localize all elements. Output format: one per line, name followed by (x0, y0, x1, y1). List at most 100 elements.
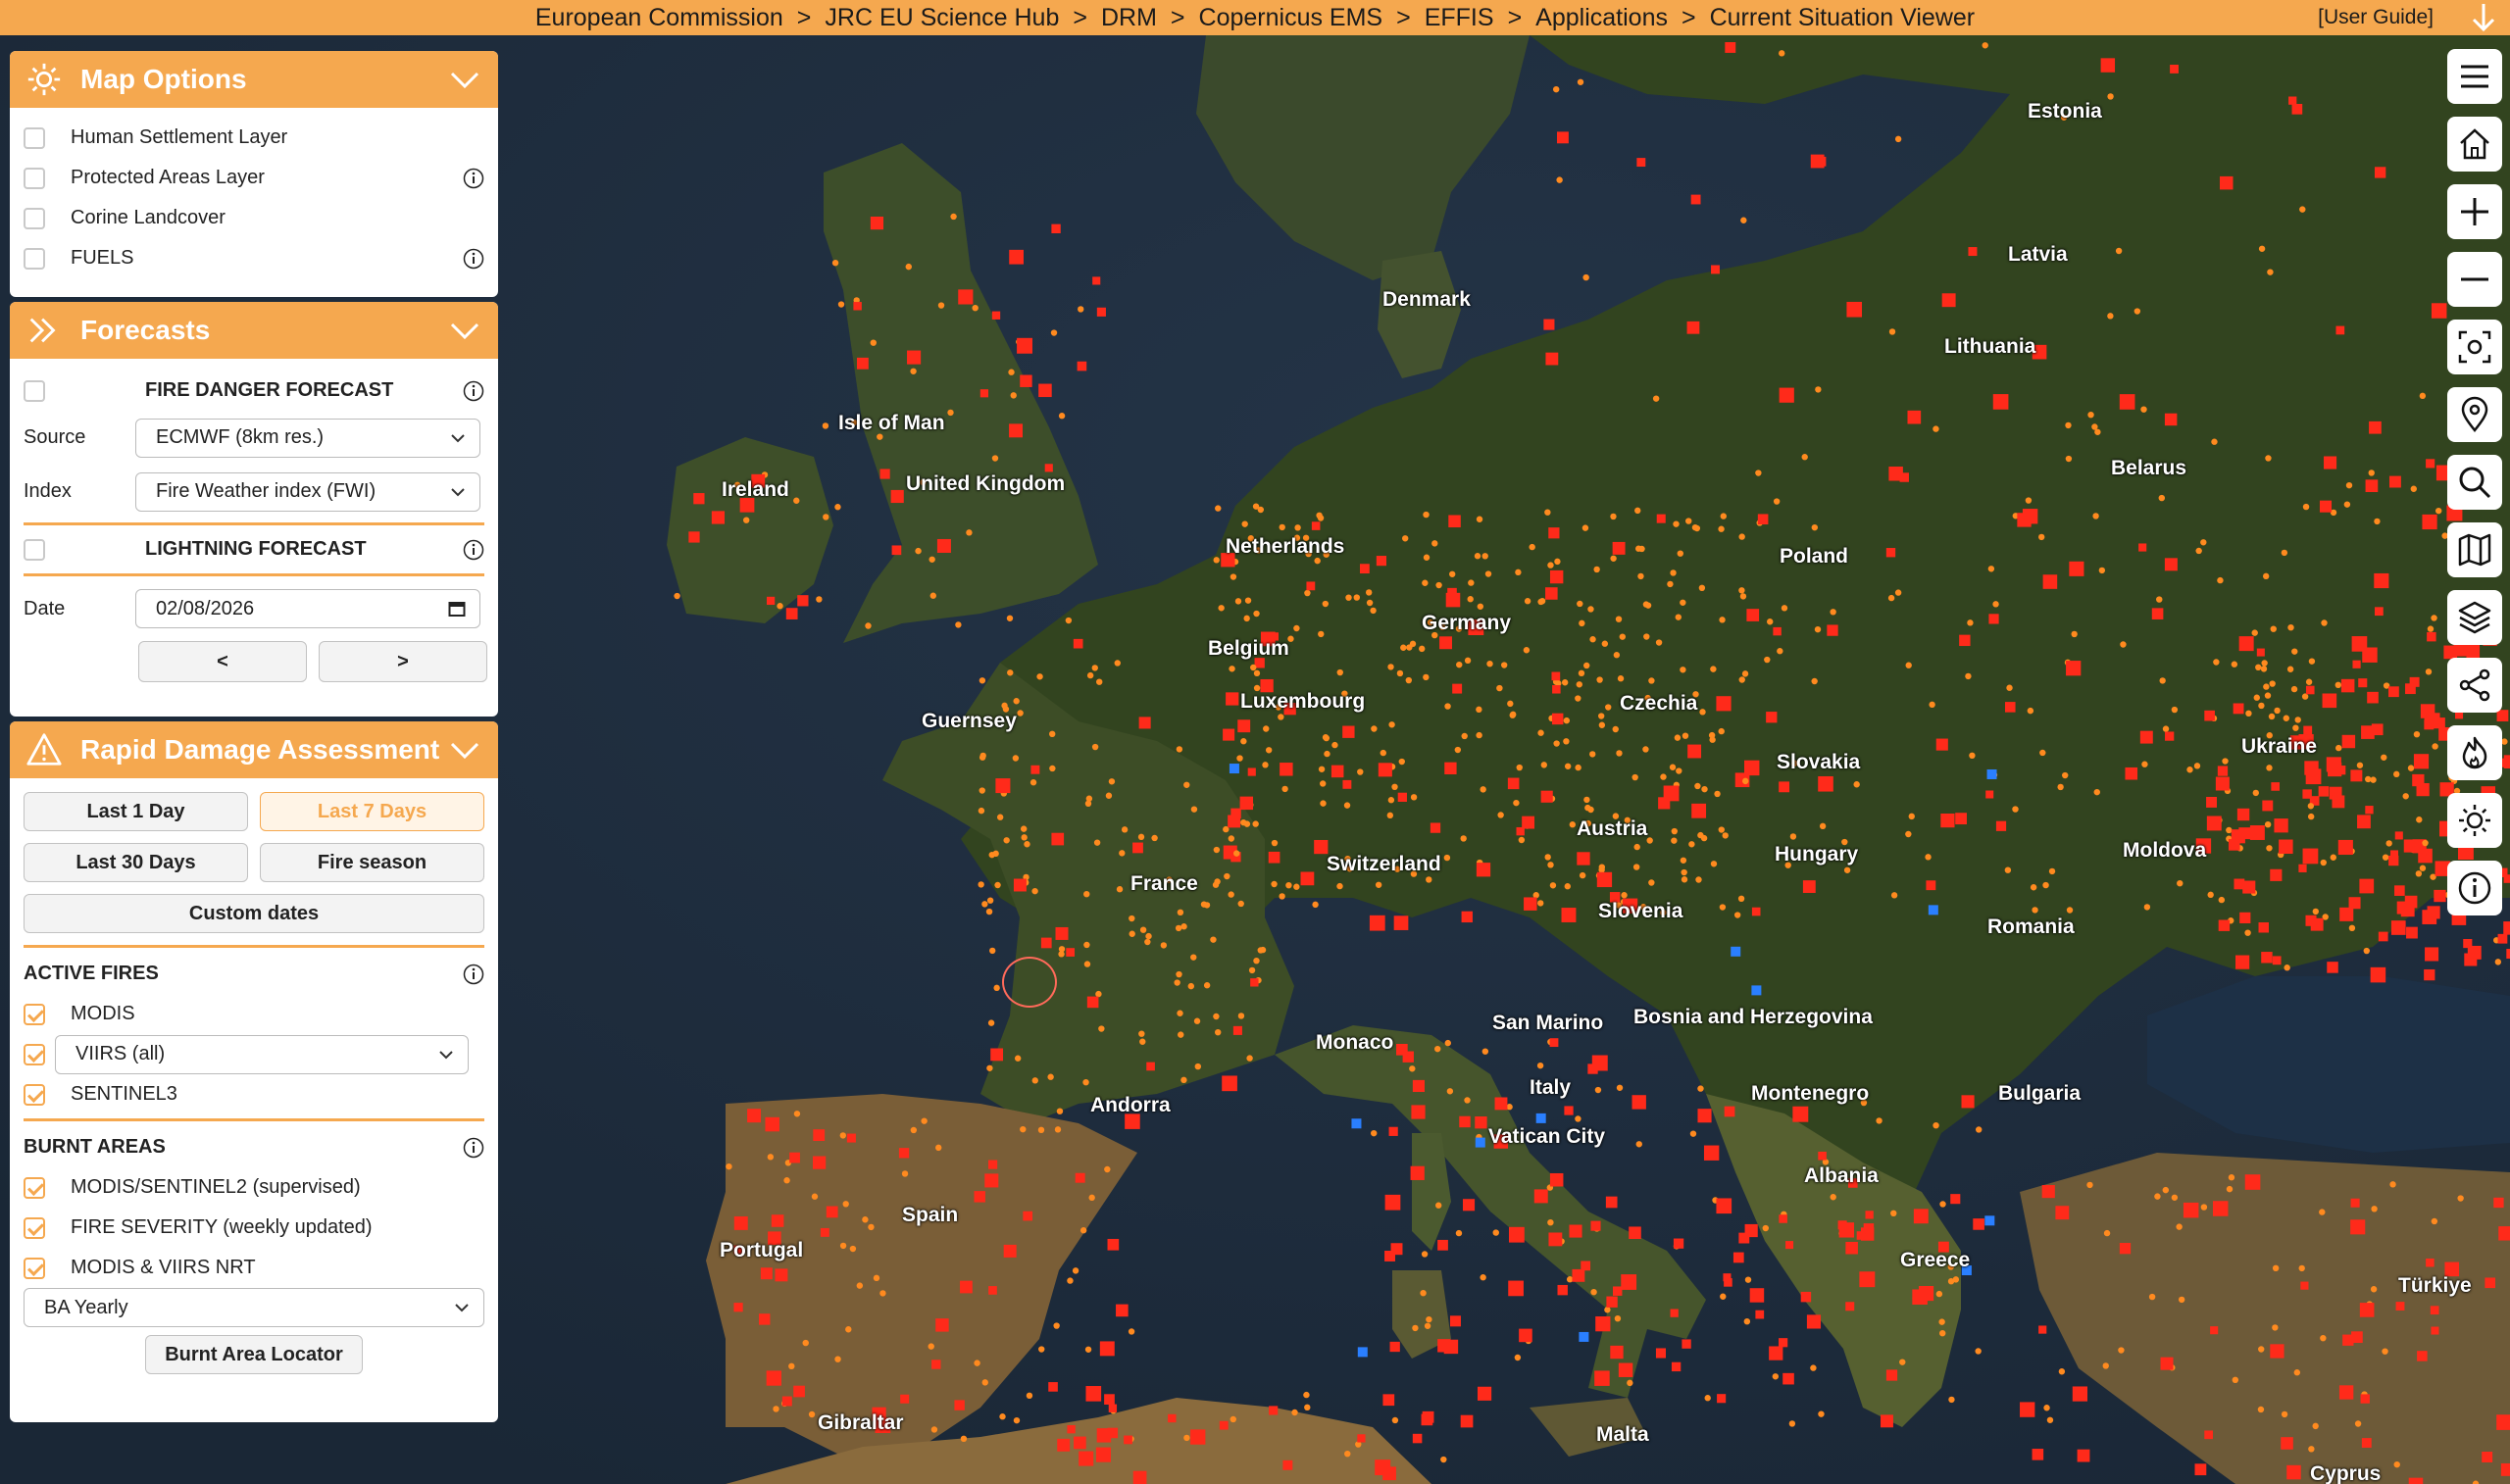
hotspot-point[interactable] (1982, 42, 1988, 49)
active-fire-marker[interactable] (1545, 352, 1559, 366)
active-fire-marker[interactable] (2361, 1438, 2372, 1448)
hotspot-point[interactable] (1719, 617, 1726, 623)
hotspot-point[interactable] (823, 514, 829, 520)
hotspot-point[interactable] (2343, 501, 2351, 508)
hotspot-point[interactable] (2291, 648, 2298, 655)
hotspot-point[interactable] (1214, 878, 1221, 885)
active-fire-marker[interactable] (1378, 763, 1392, 777)
checkbox-checked[interactable] (24, 1083, 45, 1106)
hotspot-point[interactable] (1029, 779, 1037, 786)
active-fire-marker[interactable] (1067, 1424, 1076, 1434)
hotspot-point[interactable] (2071, 630, 2078, 638)
hotspot-point[interactable] (1083, 890, 1090, 898)
hotspot-point[interactable] (950, 213, 957, 221)
hotspot-point[interactable] (2320, 1334, 2327, 1342)
hotspot-point[interactable] (1617, 675, 1625, 682)
active-fire-marker[interactable] (2394, 831, 2403, 840)
active-fire-marker[interactable] (2409, 676, 2420, 687)
hotspot-point[interactable] (1176, 746, 1183, 753)
period-last-1-day[interactable]: Last 1 Day (24, 792, 248, 831)
hotspot-point[interactable] (2032, 907, 2038, 914)
hotspot-point[interactable] (1547, 562, 1554, 569)
hotspot-point[interactable] (2193, 763, 2201, 769)
active-fire-marker[interactable] (1543, 319, 1555, 330)
hotspot-point[interactable] (1685, 518, 1692, 524)
active-fire-marker[interactable] (793, 1385, 805, 1398)
hotspot-point[interactable] (1563, 738, 1570, 745)
hotspot-point[interactable] (1229, 666, 1235, 672)
hotspot-point[interactable] (1365, 589, 1373, 596)
hotspot-point[interactable] (1554, 558, 1561, 566)
hotspot-point[interactable] (1646, 837, 1653, 844)
burnt-area-locator-button[interactable]: Burnt Area Locator (145, 1335, 363, 1374)
active-fire-marker[interactable] (2215, 776, 2230, 791)
hotspot-point[interactable] (1474, 553, 1481, 560)
hotspot-point[interactable] (1038, 1346, 1045, 1353)
active-fire-marker[interactable] (1003, 1244, 1017, 1258)
hotspot-point[interactable] (1336, 882, 1343, 890)
hotspot-point[interactable] (1476, 706, 1482, 714)
active-fire-marker[interactable] (1687, 744, 1702, 759)
active-fire-marker[interactable] (2338, 1385, 2354, 1400)
active-fire-marker[interactable] (2256, 648, 2265, 657)
hotspot-point[interactable] (2266, 765, 2273, 771)
hotspot-point[interactable] (1318, 766, 1326, 772)
active-fire-marker[interactable] (1459, 1115, 1471, 1128)
active-fire-marker[interactable] (2406, 926, 2418, 939)
hotspot-point[interactable] (915, 547, 922, 555)
active-fire-marker[interactable] (1549, 569, 1564, 584)
hotspot-point[interactable] (1230, 1415, 1236, 1423)
active-fire-marker[interactable] (1168, 1413, 1177, 1423)
active-fire-marker[interactable] (2119, 394, 2135, 410)
hotspot-point[interactable] (1237, 1013, 1245, 1019)
active-fire-marker[interactable] (2365, 479, 2379, 493)
active-fire-marker[interactable] (2244, 1174, 2261, 1190)
hotspot-point[interactable] (1929, 701, 1935, 709)
active-fire-marker[interactable] (1522, 816, 1535, 829)
hotspot-point[interactable] (1739, 593, 1747, 600)
breadcrumb-item[interactable]: DRM (1101, 0, 1157, 35)
active-fire-marker[interactable] (1017, 337, 1032, 354)
hotspot-point[interactable] (1224, 872, 1230, 880)
hotspot-point[interactable] (2140, 406, 2147, 413)
hotspot-point[interactable] (1564, 883, 1571, 890)
active-fire-marker[interactable] (1330, 765, 1344, 778)
hotspot-point[interactable] (1975, 1348, 1982, 1355)
active-fire-marker[interactable] (2426, 459, 2435, 469)
active-fire-marker[interactable] (1591, 1055, 1608, 1071)
hotspot-point[interactable] (1024, 841, 1030, 848)
hotspot-point[interactable] (1215, 1028, 1222, 1036)
hotspot-point[interactable] (2407, 765, 2415, 771)
active-fire-marker[interactable] (1092, 276, 1101, 285)
hotspot-point[interactable] (1426, 1315, 1432, 1323)
hotspot-point[interactable] (1233, 850, 1240, 857)
hotspot-point[interactable] (1563, 717, 1571, 724)
hotspot-point[interactable] (831, 259, 839, 267)
active-fire-marker[interactable] (1533, 1189, 1548, 1204)
active-fire-marker[interactable] (1690, 194, 1701, 205)
hotspot-point[interactable] (2494, 959, 2502, 965)
active-fire-marker[interactable] (979, 389, 989, 398)
hotspot-point[interactable] (808, 1410, 816, 1418)
hotspot-point[interactable] (1446, 1088, 1454, 1095)
hotspot-point[interactable] (1643, 633, 1650, 640)
hotspot-point[interactable] (1764, 656, 1771, 664)
hotspot-point[interactable] (1303, 1391, 1310, 1399)
active-fire-marker[interactable] (1800, 1291, 1812, 1303)
hotspot-point[interactable] (2159, 677, 2166, 684)
active-fire-marker[interactable] (2427, 906, 2440, 919)
locate-button[interactable] (2447, 320, 2502, 374)
active-fire-marker[interactable] (1779, 1214, 1787, 1223)
hotspot-point[interactable] (2245, 710, 2252, 717)
hotspot-point[interactable] (2141, 761, 2148, 767)
hotspot-point[interactable] (845, 1326, 852, 1333)
active-fire-marker[interactable] (1935, 738, 1948, 751)
hotspot-point[interactable] (1925, 854, 1932, 861)
hotspot-point[interactable] (1652, 395, 1660, 402)
hotspot-point[interactable] (2368, 470, 2375, 476)
active-fire-marker[interactable] (1816, 156, 1827, 167)
active-fire-marker[interactable] (2238, 636, 2254, 652)
active-fire-marker[interactable] (2337, 839, 2353, 856)
active-fire-marker[interactable] (1738, 1232, 1750, 1244)
hotspot-point[interactable] (1194, 1063, 1202, 1070)
